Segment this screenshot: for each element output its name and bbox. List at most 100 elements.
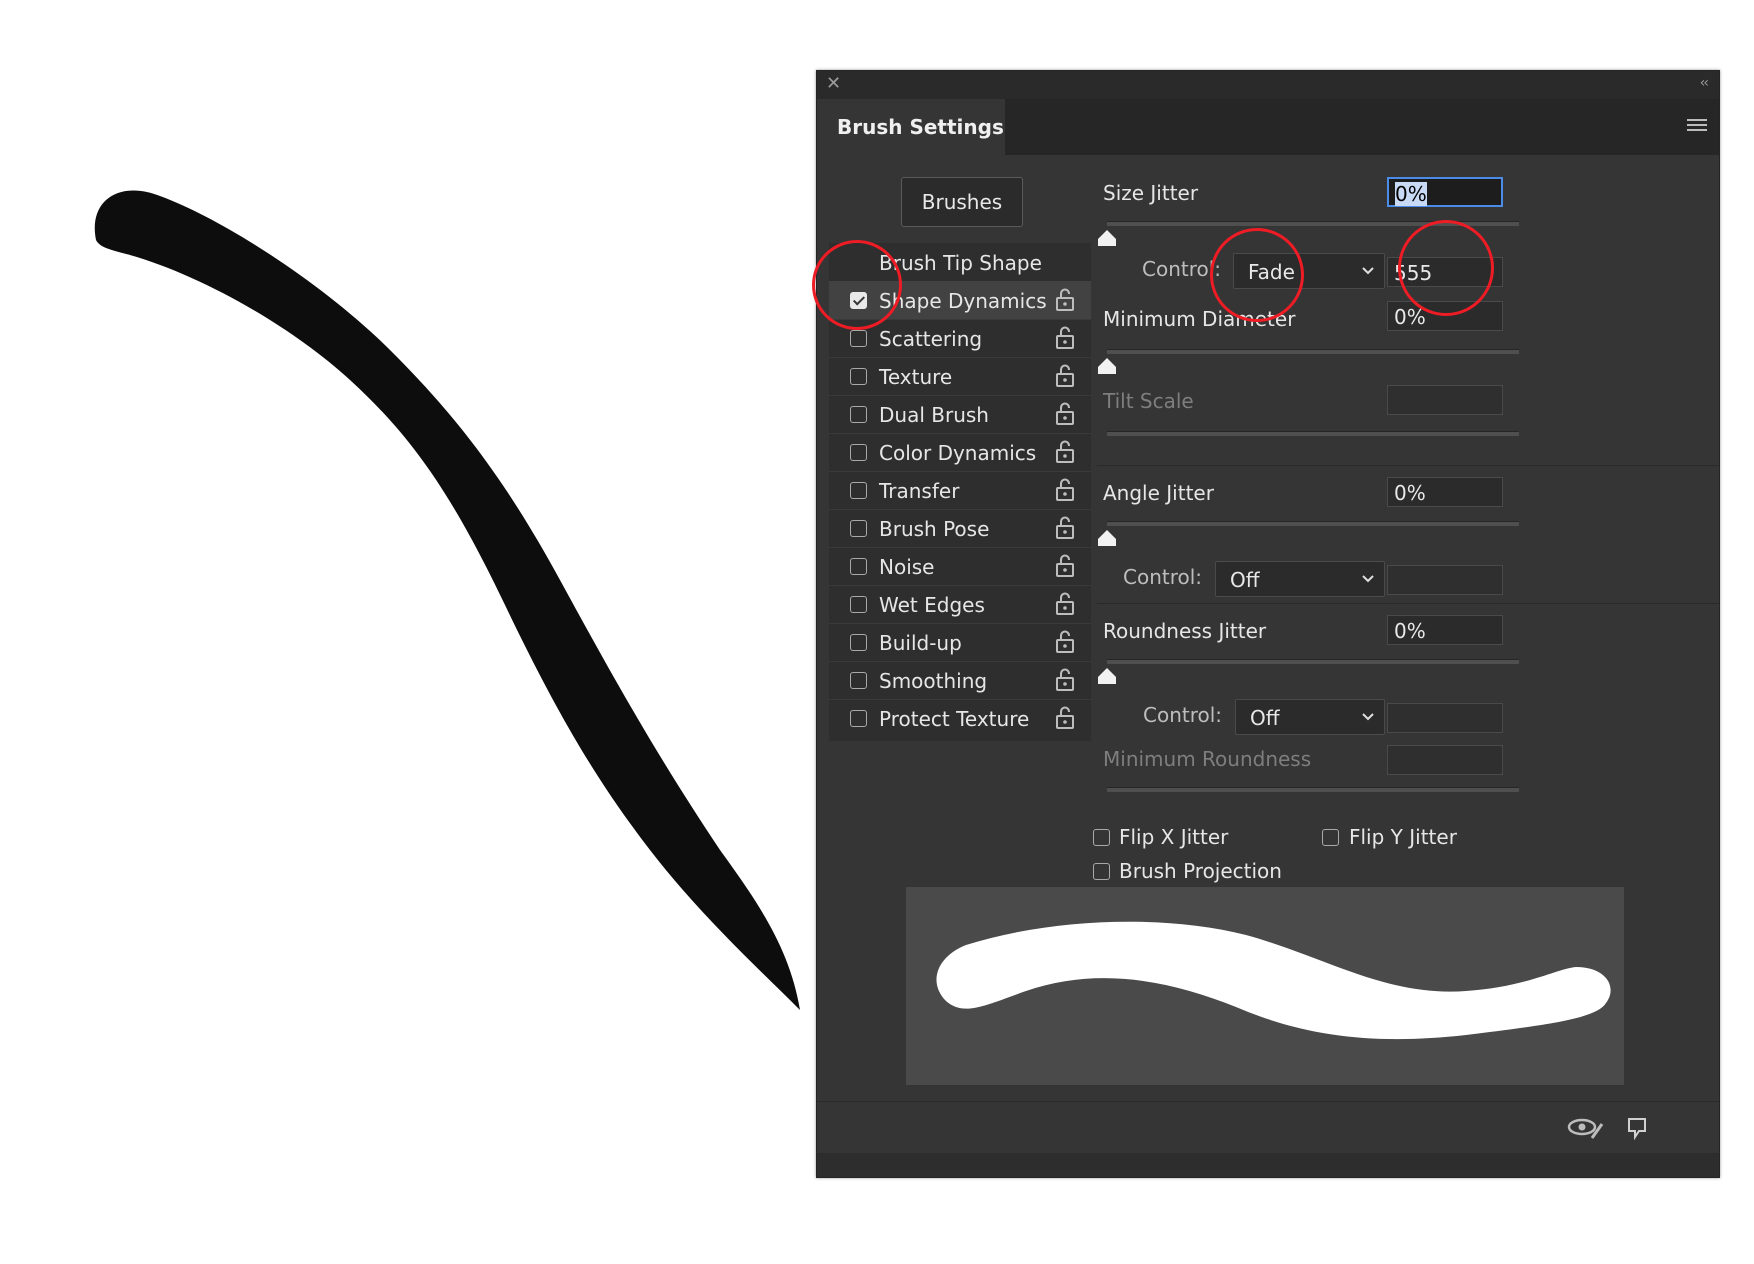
list-item-label: Texture [879,365,953,389]
lock-icon[interactable] [1055,440,1075,464]
list-item-checkbox[interactable] [850,482,867,499]
angle-control-selected: Off [1230,568,1260,592]
lock-icon[interactable] [1055,592,1075,616]
size-jitter-input[interactable]: 0% [1387,177,1503,207]
lock-icon[interactable] [1055,706,1075,730]
tilt-scale-input [1387,385,1503,415]
annotation-circle-control [1210,228,1304,322]
list-divider [829,395,1091,396]
lock-icon[interactable] [1055,516,1075,540]
list-item-label: Noise [879,555,935,579]
tilt-scale-label: Tilt Scale [1103,389,1194,413]
close-icon[interactable]: ✕ [826,75,841,93]
flip-x-jitter-label: Flip X Jitter [1119,825,1229,849]
list-item[interactable]: Dual Brush [829,395,1091,433]
list-item[interactable]: Protect Texture [829,699,1091,737]
list-divider [829,471,1091,472]
angle-control-dropdown[interactable]: Off [1215,561,1385,597]
list-item-label: Protect Texture [879,707,1030,731]
size-jitter-slider-thumb[interactable] [1097,229,1117,247]
list-item-label: Wet Edges [879,593,985,617]
angle-jitter-slider[interactable] [1107,521,1519,526]
list-item[interactable]: Smoothing [829,661,1091,699]
angle-jitter-label: Angle Jitter [1103,481,1214,505]
roundness-jitter-slider-thumb[interactable] [1097,667,1117,685]
angle-jitter-slider-thumb[interactable] [1097,529,1117,547]
list-item-checkbox[interactable] [850,444,867,461]
lock-icon[interactable] [1055,288,1075,312]
list-item[interactable]: Build-up [829,623,1091,661]
list-item-checkbox[interactable] [850,672,867,689]
lock-icon[interactable] [1055,478,1075,502]
list-item[interactable]: Transfer [829,471,1091,509]
collapse-icon[interactable]: ‹‹ [1700,75,1709,91]
section-divider [1097,465,1719,466]
list-item-checkbox[interactable] [850,406,867,423]
list-divider [829,623,1091,624]
chevron-down-icon [1362,575,1374,583]
brushes-button[interactable]: Brushes [901,177,1023,227]
size-jitter-label: Size Jitter [1103,181,1199,205]
list-divider [829,661,1091,662]
list-item-checkbox[interactable] [850,520,867,537]
tab-bar: Brush Settings [817,99,1719,155]
list-item-label: Color Dynamics [879,441,1037,465]
list-item-checkbox[interactable] [850,634,867,651]
list-item[interactable]: Wet Edges [829,585,1091,623]
list-item-label: Transfer [879,479,960,503]
roundness-control-dropdown[interactable]: Off [1235,699,1385,735]
panel-resize-strip[interactable] [817,1153,1719,1177]
list-divider [829,585,1091,586]
list-item-checkbox[interactable] [850,558,867,575]
minimum-diameter-slider[interactable] [1107,349,1519,354]
chevron-down-icon [1362,267,1374,275]
list-divider [829,547,1091,548]
list-item[interactable]: Noise [829,547,1091,585]
roundness-control-value-input [1387,703,1503,733]
list-divider [829,357,1091,358]
list-item-checkbox[interactable] [850,330,867,347]
lock-icon[interactable] [1055,364,1075,388]
roundness-jitter-slider[interactable] [1107,659,1519,664]
lock-icon[interactable] [1055,326,1075,350]
angle-jitter-input[interactable]: 0% [1387,477,1503,507]
panel-bottom-toolbar [817,1101,1719,1154]
list-item-label: Dual Brush [879,403,989,427]
lock-icon[interactable] [1055,402,1075,426]
sample-brush-stroke [94,190,800,1010]
flip-y-jitter-label: Flip Y Jitter [1349,825,1457,849]
brush-projection-checkbox[interactable] [1093,863,1110,880]
roundness-jitter-input[interactable]: 0% [1387,615,1503,645]
list-item-checkbox[interactable] [850,596,867,613]
list-item-checkbox[interactable] [850,710,867,727]
toggle-live-tip-preview-icon[interactable] [1566,1116,1606,1140]
list-item[interactable]: Color Dynamics [829,433,1091,471]
tab-brush-settings[interactable]: Brush Settings [817,99,1005,155]
panel-titlebar: ✕ ‹‹ [817,71,1719,99]
list-item[interactable]: Texture [829,357,1091,395]
roundness-jitter-value: 0% [1394,619,1426,643]
lock-icon[interactable] [1055,554,1075,578]
roundness-jitter-label: Roundness Jitter [1103,619,1267,643]
lock-icon[interactable] [1055,668,1075,692]
list-divider [829,433,1091,434]
list-item-label: Brush Pose [879,517,990,541]
list-item-label: Shape Dynamics [879,289,1047,313]
panel-menu-icon[interactable] [1687,119,1707,133]
create-new-brush-icon[interactable] [1625,1116,1649,1140]
section-divider [1097,603,1719,604]
list-item-label: Scattering [879,327,983,351]
minimum-roundness-input [1387,745,1503,775]
angle-control-value-input [1387,565,1503,595]
list-item-checkbox[interactable] [850,368,867,385]
angle-jitter-value: 0% [1394,481,1426,505]
minimum-diameter-slider-thumb[interactable] [1097,357,1117,375]
annotation-circle-fade-steps [1398,220,1494,316]
flip-y-jitter-checkbox[interactable] [1322,829,1339,846]
chevron-down-icon [1362,713,1374,721]
list-item[interactable]: Brush Pose [829,509,1091,547]
lock-icon[interactable] [1055,630,1075,654]
tilt-scale-slider [1107,431,1519,436]
flip-x-jitter-checkbox[interactable] [1093,829,1110,846]
annotation-circle-shape-dynamics [812,240,902,330]
